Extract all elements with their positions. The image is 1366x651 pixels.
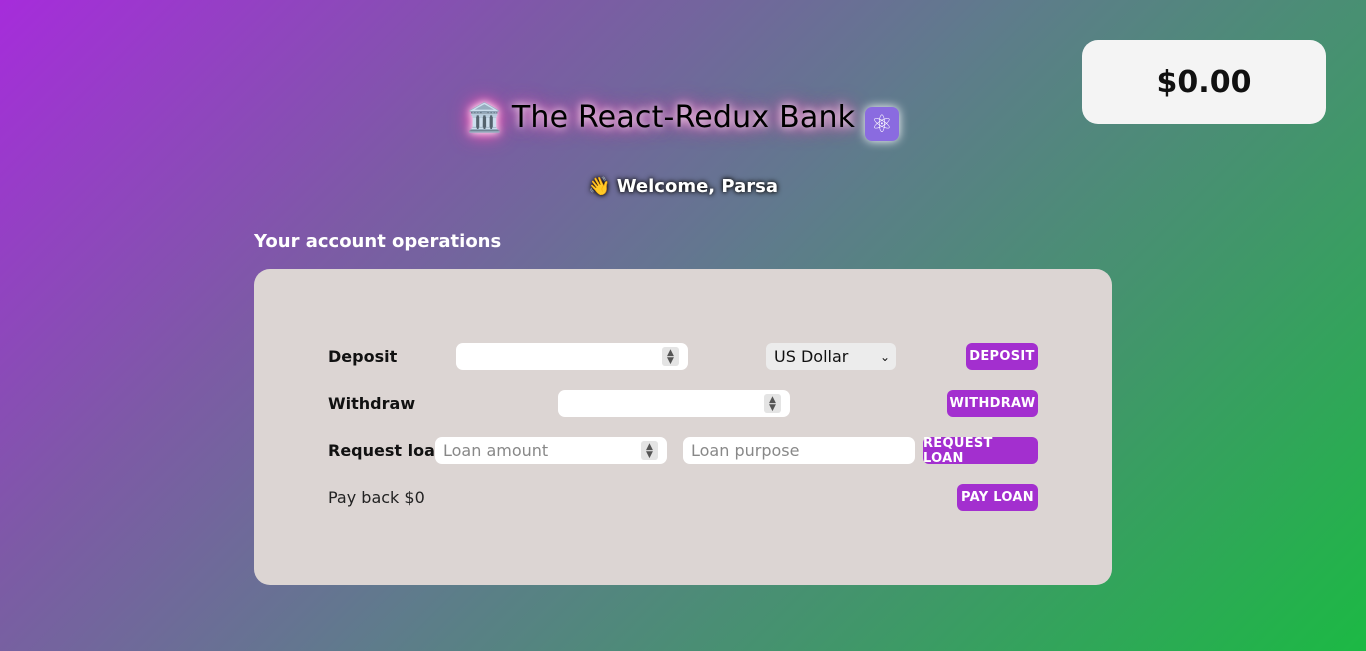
- deposit-label: Deposit: [328, 347, 398, 366]
- spinner-icon[interactable]: ▲ ▼: [662, 347, 679, 366]
- withdraw-label: Withdraw: [328, 394, 416, 413]
- loan-amount-placeholder: Loan amount: [443, 441, 549, 460]
- loan-purpose-input[interactable]: Loan purpose: [683, 437, 915, 464]
- payback-label: Pay back $0: [328, 488, 425, 507]
- page-title: 🏛️ The React-Redux Bank ⚛: [0, 100, 1366, 141]
- welcome-message: 👋 Welcome, Parsa: [0, 176, 1366, 197]
- request-loan-label: Request loan: [328, 441, 447, 460]
- bank-icon: 🏛️: [467, 101, 503, 134]
- welcome-text: Welcome, Parsa: [616, 176, 778, 197]
- request-loan-button[interactable]: REQUEST LOAN: [923, 436, 1038, 466]
- chevron-down-icon: ⌄: [879, 349, 890, 364]
- wave-icon: 👋: [588, 176, 611, 197]
- withdraw-button[interactable]: WITHDRAW: [947, 390, 1038, 417]
- deposit-button[interactable]: DEPOSIT: [966, 343, 1038, 370]
- currency-select[interactable]: US Dollar ⌄: [766, 343, 896, 370]
- deposit-amount-input[interactable]: ▲ ▼: [456, 343, 688, 370]
- spinner-icon[interactable]: ▲ ▼: [764, 394, 781, 413]
- spinner-icon[interactable]: ▲ ▼: [641, 441, 658, 460]
- pay-loan-button[interactable]: PAY LOAN: [957, 484, 1038, 511]
- section-heading: Your account operations: [254, 231, 502, 252]
- title-text: The React-Redux Bank: [511, 100, 856, 135]
- currency-selected: US Dollar: [774, 347, 849, 366]
- withdraw-amount-input[interactable]: ▲ ▼: [558, 390, 790, 417]
- atom-icon: ⚛: [864, 107, 899, 141]
- operations-panel: Deposit ▲ ▼ US Dollar ⌄ DEPOSIT Withdraw …: [254, 269, 1112, 585]
- loan-amount-input[interactable]: Loan amount ▲ ▼: [435, 437, 667, 464]
